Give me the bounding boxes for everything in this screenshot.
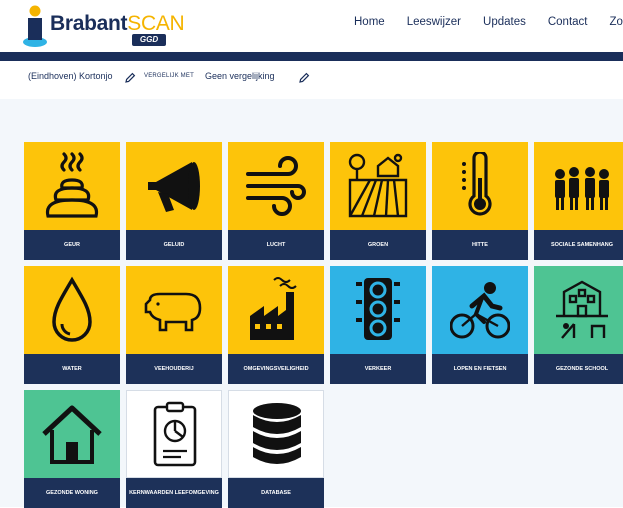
tile-label: HITTE [432, 230, 528, 260]
tile-label: OMGEVINGSVEILIGHEID [228, 354, 324, 384]
database-icon [247, 401, 307, 469]
megaphone-icon [144, 152, 204, 220]
tile-label: WATER [24, 354, 120, 384]
logo-scan-text: SCAN [127, 12, 184, 35]
tile-gezonde-school[interactable]: GEZONDE SCHOOL [534, 266, 623, 384]
tile-gezonde-woning[interactable]: GEZONDE WONING [24, 390, 120, 508]
tile-label: VERKEER [330, 354, 426, 384]
tile-label: GEZONDE SCHOOL [534, 354, 623, 384]
tile-lopen-en-fietsen[interactable]: LOPEN EN FIETSEN [432, 266, 528, 384]
nav-updates[interactable]: Updates [483, 16, 526, 28]
main-nav: Home Leeswijzer Updates Contact Zoeken [354, 16, 623, 28]
pencil-icon[interactable] [124, 72, 136, 84]
brabantscan-logo[interactable]: BrabantSCAN GGD [22, 4, 172, 48]
tile-label: VEEHOUDERIJ [126, 354, 222, 384]
tile-veehouderij[interactable]: VEEHOUDERIJ [126, 266, 222, 384]
people-group-icon [552, 152, 612, 220]
clipboard-chart-icon [145, 401, 205, 469]
tile-label: SOCIALE SAMENHANG [534, 230, 623, 260]
tile-sociale-samenhang[interactable]: SOCIALE SAMENHANG [534, 142, 623, 260]
factory-icon [246, 276, 306, 344]
pig-icon [144, 276, 204, 344]
logo-brand-text: Brabant [50, 12, 127, 35]
poop-icon [42, 152, 102, 220]
compare-label: VERGELIJK MET [144, 73, 194, 79]
tile-kernwaarden-leefomgeving[interactable]: KERNWAARDEN LEEFOMGEVING [126, 390, 222, 508]
tile-label: LUCHT [228, 230, 324, 260]
tile-label: GROEN [330, 230, 426, 260]
nav-home[interactable]: Home [354, 16, 385, 28]
house-icon [42, 400, 102, 468]
farm-field-icon [348, 152, 408, 220]
thermometer-icon [450, 152, 510, 220]
tile-geur[interactable]: GEUR [24, 142, 120, 260]
tile-label: GELUID [126, 230, 222, 260]
ggd-badge: GGD [132, 34, 166, 46]
tile-groen[interactable]: GROEN [330, 142, 426, 260]
tile-label: LOPEN EN FIETSEN [432, 354, 528, 384]
person-pin-icon [22, 4, 48, 48]
tile-geluid[interactable]: GELUID [126, 142, 222, 260]
tile-label: DATABASE [228, 478, 324, 508]
cyclist-icon [450, 276, 510, 344]
pencil-icon[interactable] [298, 72, 310, 84]
nav-leeswijzer[interactable]: Leeswijzer [407, 16, 461, 28]
nav-zoeken[interactable]: Zoeken [610, 16, 623, 28]
site-header: BrabantSCAN GGD Home Leeswijzer Updates … [0, 0, 623, 52]
compare-selector[interactable]: Geen vergelijking [205, 71, 275, 81]
tile-label: KERNWAARDEN LEEFOMGEVING [126, 478, 222, 508]
tile-hitte[interactable]: HITTE [432, 142, 528, 260]
tile-verkeer[interactable]: VERKEER [330, 266, 426, 384]
water-drop-icon [42, 276, 102, 344]
tile-label: GEZONDE WONING [24, 478, 120, 508]
tile-database[interactable]: DATABASE [228, 390, 324, 508]
header-divider-bar [0, 52, 623, 61]
wind-icon [246, 152, 306, 220]
region-selector[interactable]: (Eindhoven) Kortonjo [28, 71, 113, 81]
school-icon [552, 276, 612, 344]
tile-lucht[interactable]: LUCHT [228, 142, 324, 260]
nav-contact[interactable]: Contact [548, 16, 588, 28]
tile-water[interactable]: WATER [24, 266, 120, 384]
tile-omgevingsveiligheid[interactable]: OMGEVINGSVEILIGHEID [228, 266, 324, 384]
tile-label: GEUR [24, 230, 120, 260]
traffic-light-icon [348, 276, 408, 344]
